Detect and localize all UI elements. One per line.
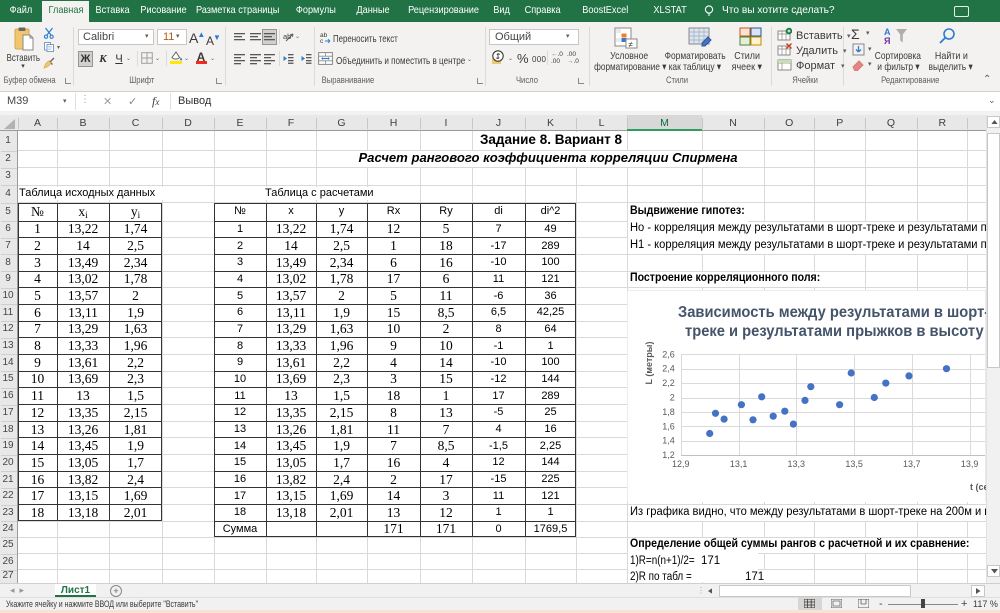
svg-text:t (сек): t (сек) xyxy=(970,482,986,492)
svg-text:13,5: 13,5 xyxy=(845,459,863,469)
svg-text:1,4: 1,4 xyxy=(662,435,675,445)
svg-text:треке и результатами прыжков в: треке и результатами прыжков в высоту xyxy=(685,322,984,339)
svg-text:≠: ≠ xyxy=(629,40,634,49)
svg-text:13,9: 13,9 xyxy=(961,459,979,469)
svg-text:13,3: 13,3 xyxy=(788,459,806,469)
svg-text:Я: Я xyxy=(884,36,890,44)
svg-text:L (метры): L (метры) xyxy=(644,341,654,384)
svg-text:2,6: 2,6 xyxy=(662,349,675,359)
svg-text:1,8: 1,8 xyxy=(662,406,675,416)
svg-text:12,9: 12,9 xyxy=(672,459,690,469)
svg-text:2,2: 2,2 xyxy=(662,378,675,388)
svg-text:1,6: 1,6 xyxy=(662,421,675,431)
svg-text:2: 2 xyxy=(670,392,675,402)
svg-text:Зависимость между результатами: Зависимость между результатами в шорт- xyxy=(678,303,986,320)
svg-text:13,1: 13,1 xyxy=(730,459,748,469)
svg-text:2,4: 2,4 xyxy=(662,363,675,373)
svg-text:13,7: 13,7 xyxy=(903,459,921,469)
